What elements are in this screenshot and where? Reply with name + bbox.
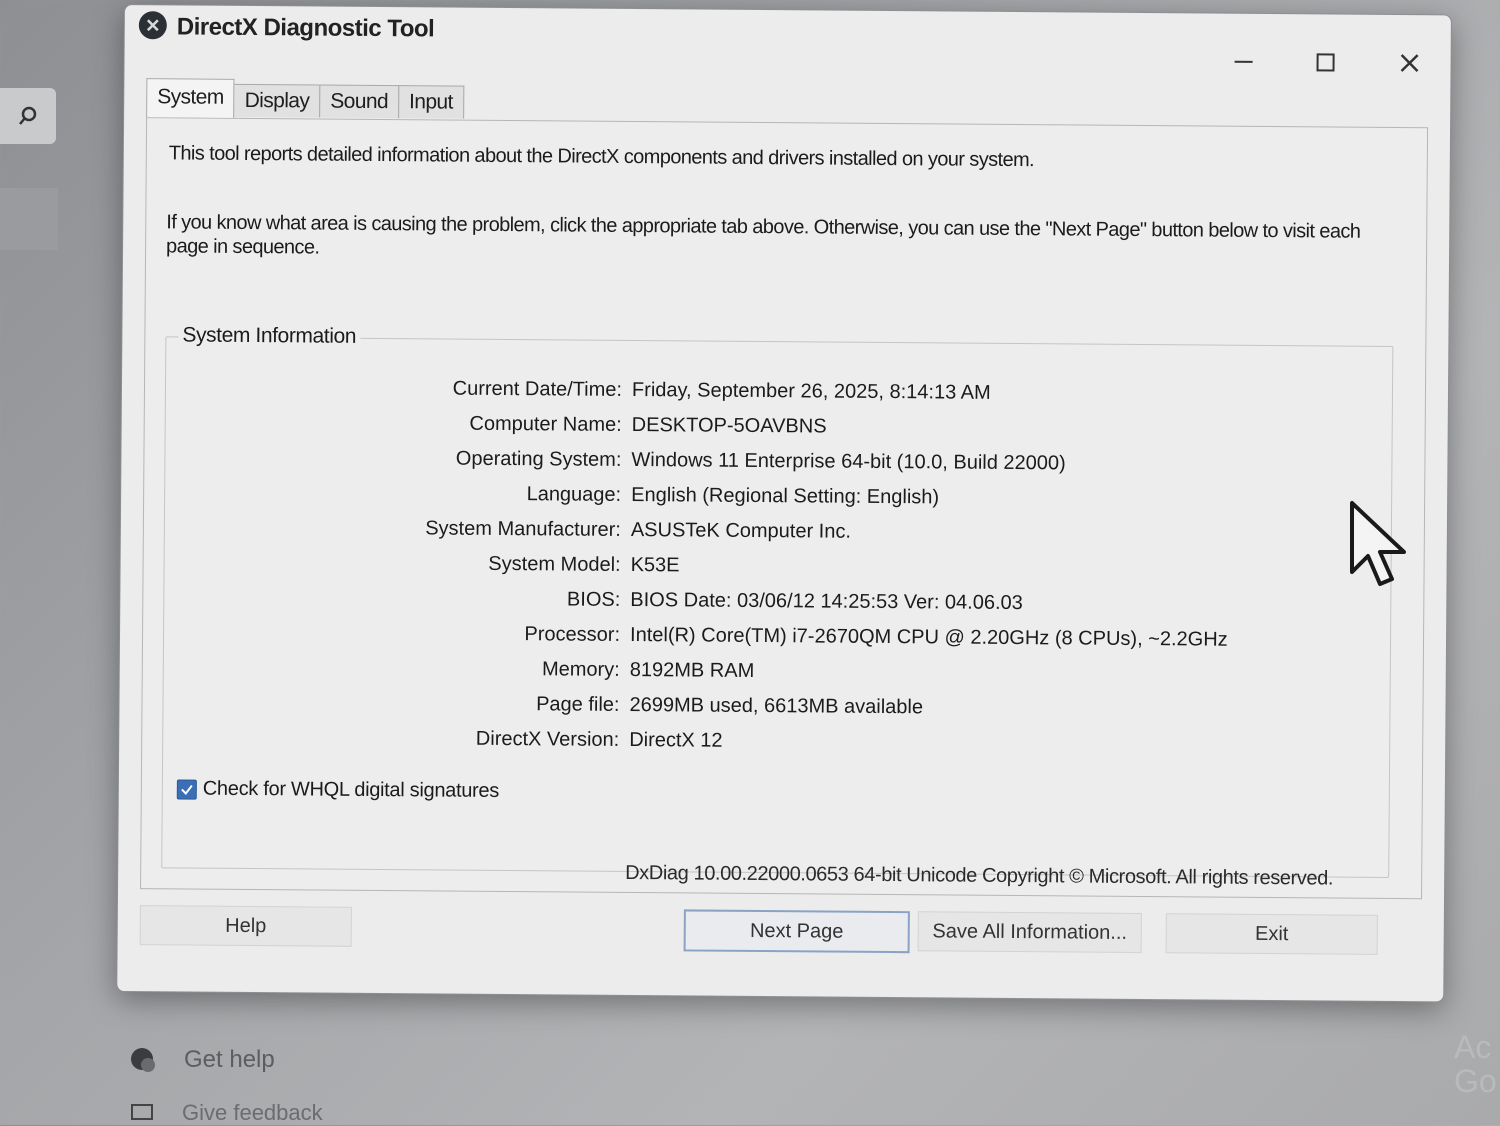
maximize-button[interactable]	[1302, 42, 1348, 82]
side-nav-selected-item[interactable]	[0, 188, 58, 250]
get-help-link[interactable]: Get help	[128, 1045, 275, 1075]
directx-x-icon	[145, 17, 161, 33]
dxdiag-window: DirectX Diagnostic Tool System Display S…	[116, 4, 1452, 1002]
intro-text-1: This tool reports detailed information a…	[169, 142, 1399, 175]
info-label: Processor:	[524, 623, 620, 647]
info-value: 8192MB RAM	[630, 659, 755, 683]
whql-checkbox[interactable]: Check for WHQL digital signatures	[177, 777, 499, 803]
system-information-title: System Information	[178, 323, 360, 348]
help-chat-icon	[128, 1045, 158, 1075]
info-label: Current Date/Time:	[453, 378, 622, 402]
info-value: ASUSTeK Computer Inc.	[631, 519, 851, 544]
info-value: DESKTOP-5OAVBNS	[632, 414, 827, 439]
directx-app-icon	[139, 11, 167, 39]
search-button[interactable]	[0, 88, 56, 144]
minimize-button[interactable]	[1220, 42, 1266, 82]
info-value: Intel(R) Core(TM) i7-2670QM CPU @ 2.20GH…	[630, 624, 1228, 652]
mouse-pointer-icon	[1348, 500, 1410, 590]
give-feedback-label: Give feedback	[182, 1100, 323, 1126]
tab-system[interactable]: System	[146, 78, 235, 118]
copyright-text: DxDiag 10.00.22000.0653 64-bit Unicode C…	[625, 862, 1333, 891]
help-button[interactable]: Help	[140, 905, 352, 947]
system-information-list: Current Date/Time: Friday, September 26, …	[163, 375, 1392, 770]
checkbox-checked-icon[interactable]	[177, 779, 197, 799]
info-value: 2699MB used, 6613MB available	[629, 694, 923, 719]
whql-checkbox-label: Check for WHQL digital signatures	[203, 778, 499, 803]
tab-strip: System Display Sound Input	[146, 77, 463, 118]
save-all-information-button[interactable]: Save All Information...	[918, 911, 1142, 953]
info-label: System Manufacturer:	[425, 517, 621, 542]
activate-windows-watermark: Ac Go	[1454, 1030, 1500, 1098]
tab-input[interactable]: Input	[398, 85, 464, 119]
info-label: Memory:	[542, 658, 620, 682]
tab-display[interactable]: Display	[234, 84, 321, 118]
system-tab-panel: This tool reports detailed information a…	[140, 117, 1428, 899]
give-feedback-link[interactable]: Give feedback	[130, 1100, 323, 1126]
search-icon	[16, 104, 40, 128]
info-label: Language:	[527, 483, 622, 507]
maximize-icon	[1314, 51, 1336, 73]
info-label: Computer Name:	[469, 413, 621, 437]
info-value: Windows 11 Enterprise 64-bit (10.0, Buil…	[631, 449, 1065, 475]
info-value: Friday, September 26, 2025, 8:14:13 AM	[632, 379, 991, 405]
intro-text-2: If you know what area is causing the pro…	[166, 210, 1386, 268]
tab-sound[interactable]: Sound	[319, 85, 399, 119]
info-value: DirectX 12	[629, 729, 723, 753]
info-value: English (Regional Setting: English)	[631, 484, 939, 509]
info-label: System Model:	[488, 553, 620, 577]
info-label: DirectX Version:	[476, 728, 620, 752]
close-button[interactable]	[1386, 43, 1432, 83]
info-value: K53E	[631, 554, 680, 577]
feedback-icon	[130, 1103, 156, 1123]
system-information-group: System Information Current Date/Time:Fri…	[161, 336, 1393, 878]
get-help-label: Get help	[184, 1046, 275, 1074]
next-page-button[interactable]: Next Page	[684, 909, 910, 953]
close-icon	[1398, 52, 1420, 74]
info-label: Page file:	[536, 693, 620, 717]
info-label: Operating System:	[456, 448, 622, 472]
info-value: BIOS Date: 03/06/12 14:25:53 Ver: 04.06.…	[630, 589, 1023, 615]
title-bar[interactable]: DirectX Diagnostic Tool	[125, 5, 1451, 65]
minimize-icon	[1232, 51, 1254, 73]
info-label: BIOS:	[567, 588, 621, 611]
exit-button[interactable]: Exit	[1166, 913, 1378, 955]
window-title: DirectX Diagnostic Tool	[177, 13, 435, 43]
